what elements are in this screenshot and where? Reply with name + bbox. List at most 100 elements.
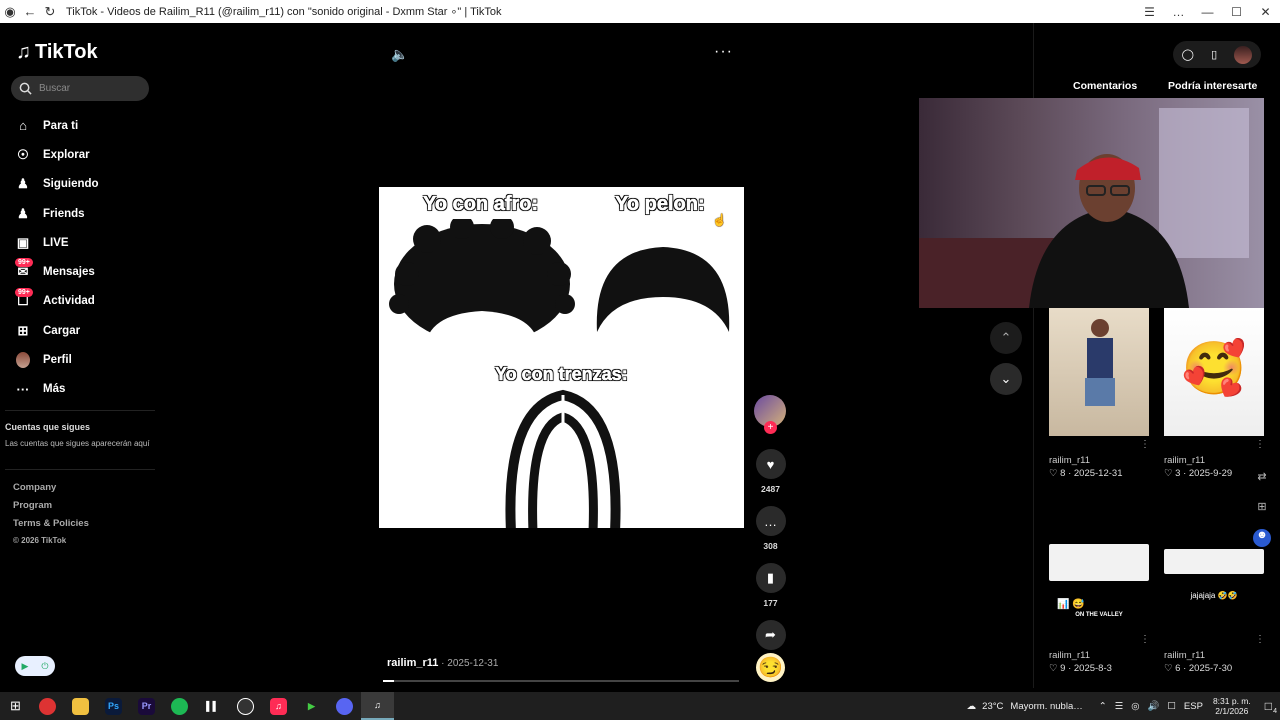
video-info: railim_r11 · 2025-12-31 — [387, 657, 498, 669]
comment-action[interactable]: … 308 — [754, 506, 787, 553]
video-player[interactable]: Yo con afro: Yo pelon: Yo con trenzas: — [379, 187, 744, 528]
media-app-icon[interactable]: ▶ — [295, 692, 328, 720]
notification-icon[interactable]: □ 4 — [1265, 699, 1277, 715]
comment-icon[interactable]: … — [755, 506, 786, 536]
copyright: © 2026 TikTok — [13, 536, 67, 545]
home-icon: ⌂ — [19, 118, 27, 134]
share-icon[interactable]: ➦ — [755, 620, 786, 650]
sync-icon[interactable]: ☐ — [1167, 701, 1176, 712]
footer-company-link[interactable]: Company — [13, 482, 89, 500]
discord-icon[interactable] — [328, 692, 361, 720]
clock[interactable]: 8:31 p. m. 2/1/2026 — [1213, 696, 1251, 716]
footer-program-link[interactable]: Program — [13, 500, 89, 518]
video-thumbnail-1[interactable] — [1049, 308, 1149, 436]
bookmark-icon[interactable]: ▮ — [755, 563, 786, 593]
thumb-more-icon[interactable]: ⋮ — [1140, 634, 1150, 645]
sound-disc-icon[interactable]: 😏 — [756, 653, 785, 682]
thumb-meta-2: ♡ 3 · 2025-9-29 — [1164, 468, 1233, 479]
volume-icon[interactable]: 🔈 — [391, 46, 408, 63]
nav-mas[interactable]: ··· Más — [14, 375, 99, 404]
mic-icon[interactable]: ◎ — [1131, 701, 1139, 712]
thumb-caption-4: jajajaja 🤣🤣 — [1190, 591, 1238, 600]
video-thumbnail-3[interactable]: 📊 😅 ON THE VALLEY — [1049, 544, 1149, 628]
tiktok-logo[interactable]: ♫ TikTok — [16, 41, 98, 64]
reload-icon[interactable]: ↻ — [40, 0, 60, 23]
tiktok-app-icon[interactable]: ♫ — [262, 692, 295, 720]
photoshop-icon[interactable]: Ps — [97, 692, 130, 720]
back-icon[interactable]: ← — [20, 0, 40, 23]
nav-perfil[interactable]: Perfil — [14, 345, 99, 374]
creator-avatar[interactable]: + — [754, 395, 786, 434]
close-button[interactable]: ✕ — [1251, 5, 1280, 19]
video-username[interactable]: railim_r11 — [387, 657, 438, 669]
maximize-button[interactable]: ☐ — [1222, 5, 1251, 19]
weather-temp: 23°C — [982, 700, 1004, 712]
video-thumbnail-2[interactable]: 🥰 — [1164, 308, 1264, 436]
thumb-user-3[interactable]: railim_r11 — [1049, 650, 1090, 661]
save-action[interactable]: ▮ 177 — [754, 563, 787, 610]
meme-label-trenzas: Yo con trenzas: — [495, 364, 628, 385]
premiere-icon[interactable]: Pr — [130, 692, 163, 720]
video-more-icon[interactable]: ··· — [714, 43, 733, 61]
spotify-icon[interactable] — [163, 692, 196, 720]
nav-live[interactable]: ▣ LIVE — [14, 228, 99, 257]
tiktok-active-icon[interactable]: ♫ — [361, 692, 394, 720]
thumb-user-2[interactable]: railim_r11 — [1164, 455, 1205, 466]
thumb-user-1[interactable]: railim_r11 — [1049, 455, 1090, 466]
chrome-icon[interactable] — [31, 692, 64, 720]
volume-tray-icon[interactable]: 🔊 — [1148, 701, 1160, 712]
thumb-more-icon[interactable]: ⋮ — [1140, 439, 1150, 450]
heart-icon[interactable]: ♥ — [755, 449, 786, 479]
obs-icon[interactable] — [229, 692, 262, 720]
thumb-user-4[interactable]: railim_r11 — [1164, 650, 1205, 661]
minimize-button[interactable]: — — [1193, 5, 1222, 19]
footer-terms-link[interactable]: Terms & Policies — [13, 518, 89, 536]
search-input[interactable] — [37, 82, 137, 95]
nav-mensajes[interactable]: ✉ 99+ Mensajes — [14, 257, 99, 286]
profile-avatar — [16, 352, 30, 369]
tab-podria-interesarte[interactable]: Podría interesarte — [1168, 80, 1257, 92]
nav-actividad[interactable]: ☐ 99+ Actividad — [14, 287, 99, 316]
nav-para-ti[interactable]: ⌂ Para ti — [14, 111, 99, 140]
nav-cargar[interactable]: ⊞ Cargar — [14, 316, 99, 345]
language-indicator[interactable]: ESP — [1184, 701, 1203, 712]
thumb-more-icon[interactable]: ⋮ — [1255, 634, 1265, 645]
power-icon: ⏻ — [41, 660, 49, 671]
translate-icon[interactable]: ☰ — [1135, 5, 1164, 19]
video-progress-fill — [383, 680, 394, 682]
weather-text[interactable]: Mayorm. nubla… — [1010, 701, 1082, 712]
thumb-more-icon[interactable]: ⋮ — [1255, 439, 1265, 450]
bot-side-icon[interactable]: ☻ — [1253, 529, 1271, 547]
messages-badge: 99+ — [15, 258, 33, 268]
follow-plus-icon[interactable]: + — [764, 421, 777, 434]
device-icon[interactable]: ▯ — [1211, 48, 1217, 61]
apps-side-icon[interactable]: ⊞ — [1253, 500, 1271, 518]
windows-start-icon[interactable]: ⊞ — [0, 692, 31, 720]
next-video-button[interactable]: ⌄ — [990, 363, 1022, 395]
thumb-person-image — [1085, 319, 1115, 406]
video-thumbnail-4[interactable]: jajajaja 🤣🤣 — [1164, 549, 1264, 629]
audio-app-icon[interactable]: ▌▌ — [196, 692, 229, 720]
divider — [5, 469, 155, 470]
nav-explorar[interactable]: ☉ Explorar — [14, 140, 99, 169]
tray-overflow-icon[interactable]: ⌃ — [1099, 701, 1107, 712]
search-box[interactable] — [11, 76, 149, 101]
user-avatar[interactable] — [1234, 45, 1253, 64]
tab-comentarios[interactable]: Comentarios — [1073, 80, 1137, 92]
prev-video-button[interactable]: ⌃ — [990, 322, 1022, 354]
chevron-up-icon: ⌃ — [990, 322, 1022, 354]
braids-hair-image — [505, 389, 621, 528]
nav-friends[interactable]: ♟ Friends — [14, 199, 99, 228]
menu-dots-icon[interactable]: … — [1164, 5, 1193, 19]
network-icon[interactable]: ☰ — [1115, 701, 1124, 712]
translate-side-icon[interactable]: ⇄ — [1253, 470, 1271, 488]
weather-cloud-icon[interactable]: ☁ — [967, 701, 977, 712]
like-action[interactable]: ♥ 2487 — [754, 449, 787, 496]
video-progress-bar[interactable] — [383, 680, 739, 682]
nav-siguiendo[interactable]: ♟ Siguiendo — [14, 170, 98, 199]
file-explorer-icon[interactable] — [64, 692, 97, 720]
system-tray: ☁ 23°C Mayorm. nubla… ⌃ ☰ ◎ 🔊 ☐ ESP 8:31… — [967, 692, 1280, 720]
coins-icon[interactable]: ◯ — [1182, 48, 1194, 61]
extension-toggle[interactable]: ▶ ⏻ — [15, 656, 55, 676]
thumb-meta-3: ♡ 9 · 2025-8-3 — [1049, 663, 1112, 674]
